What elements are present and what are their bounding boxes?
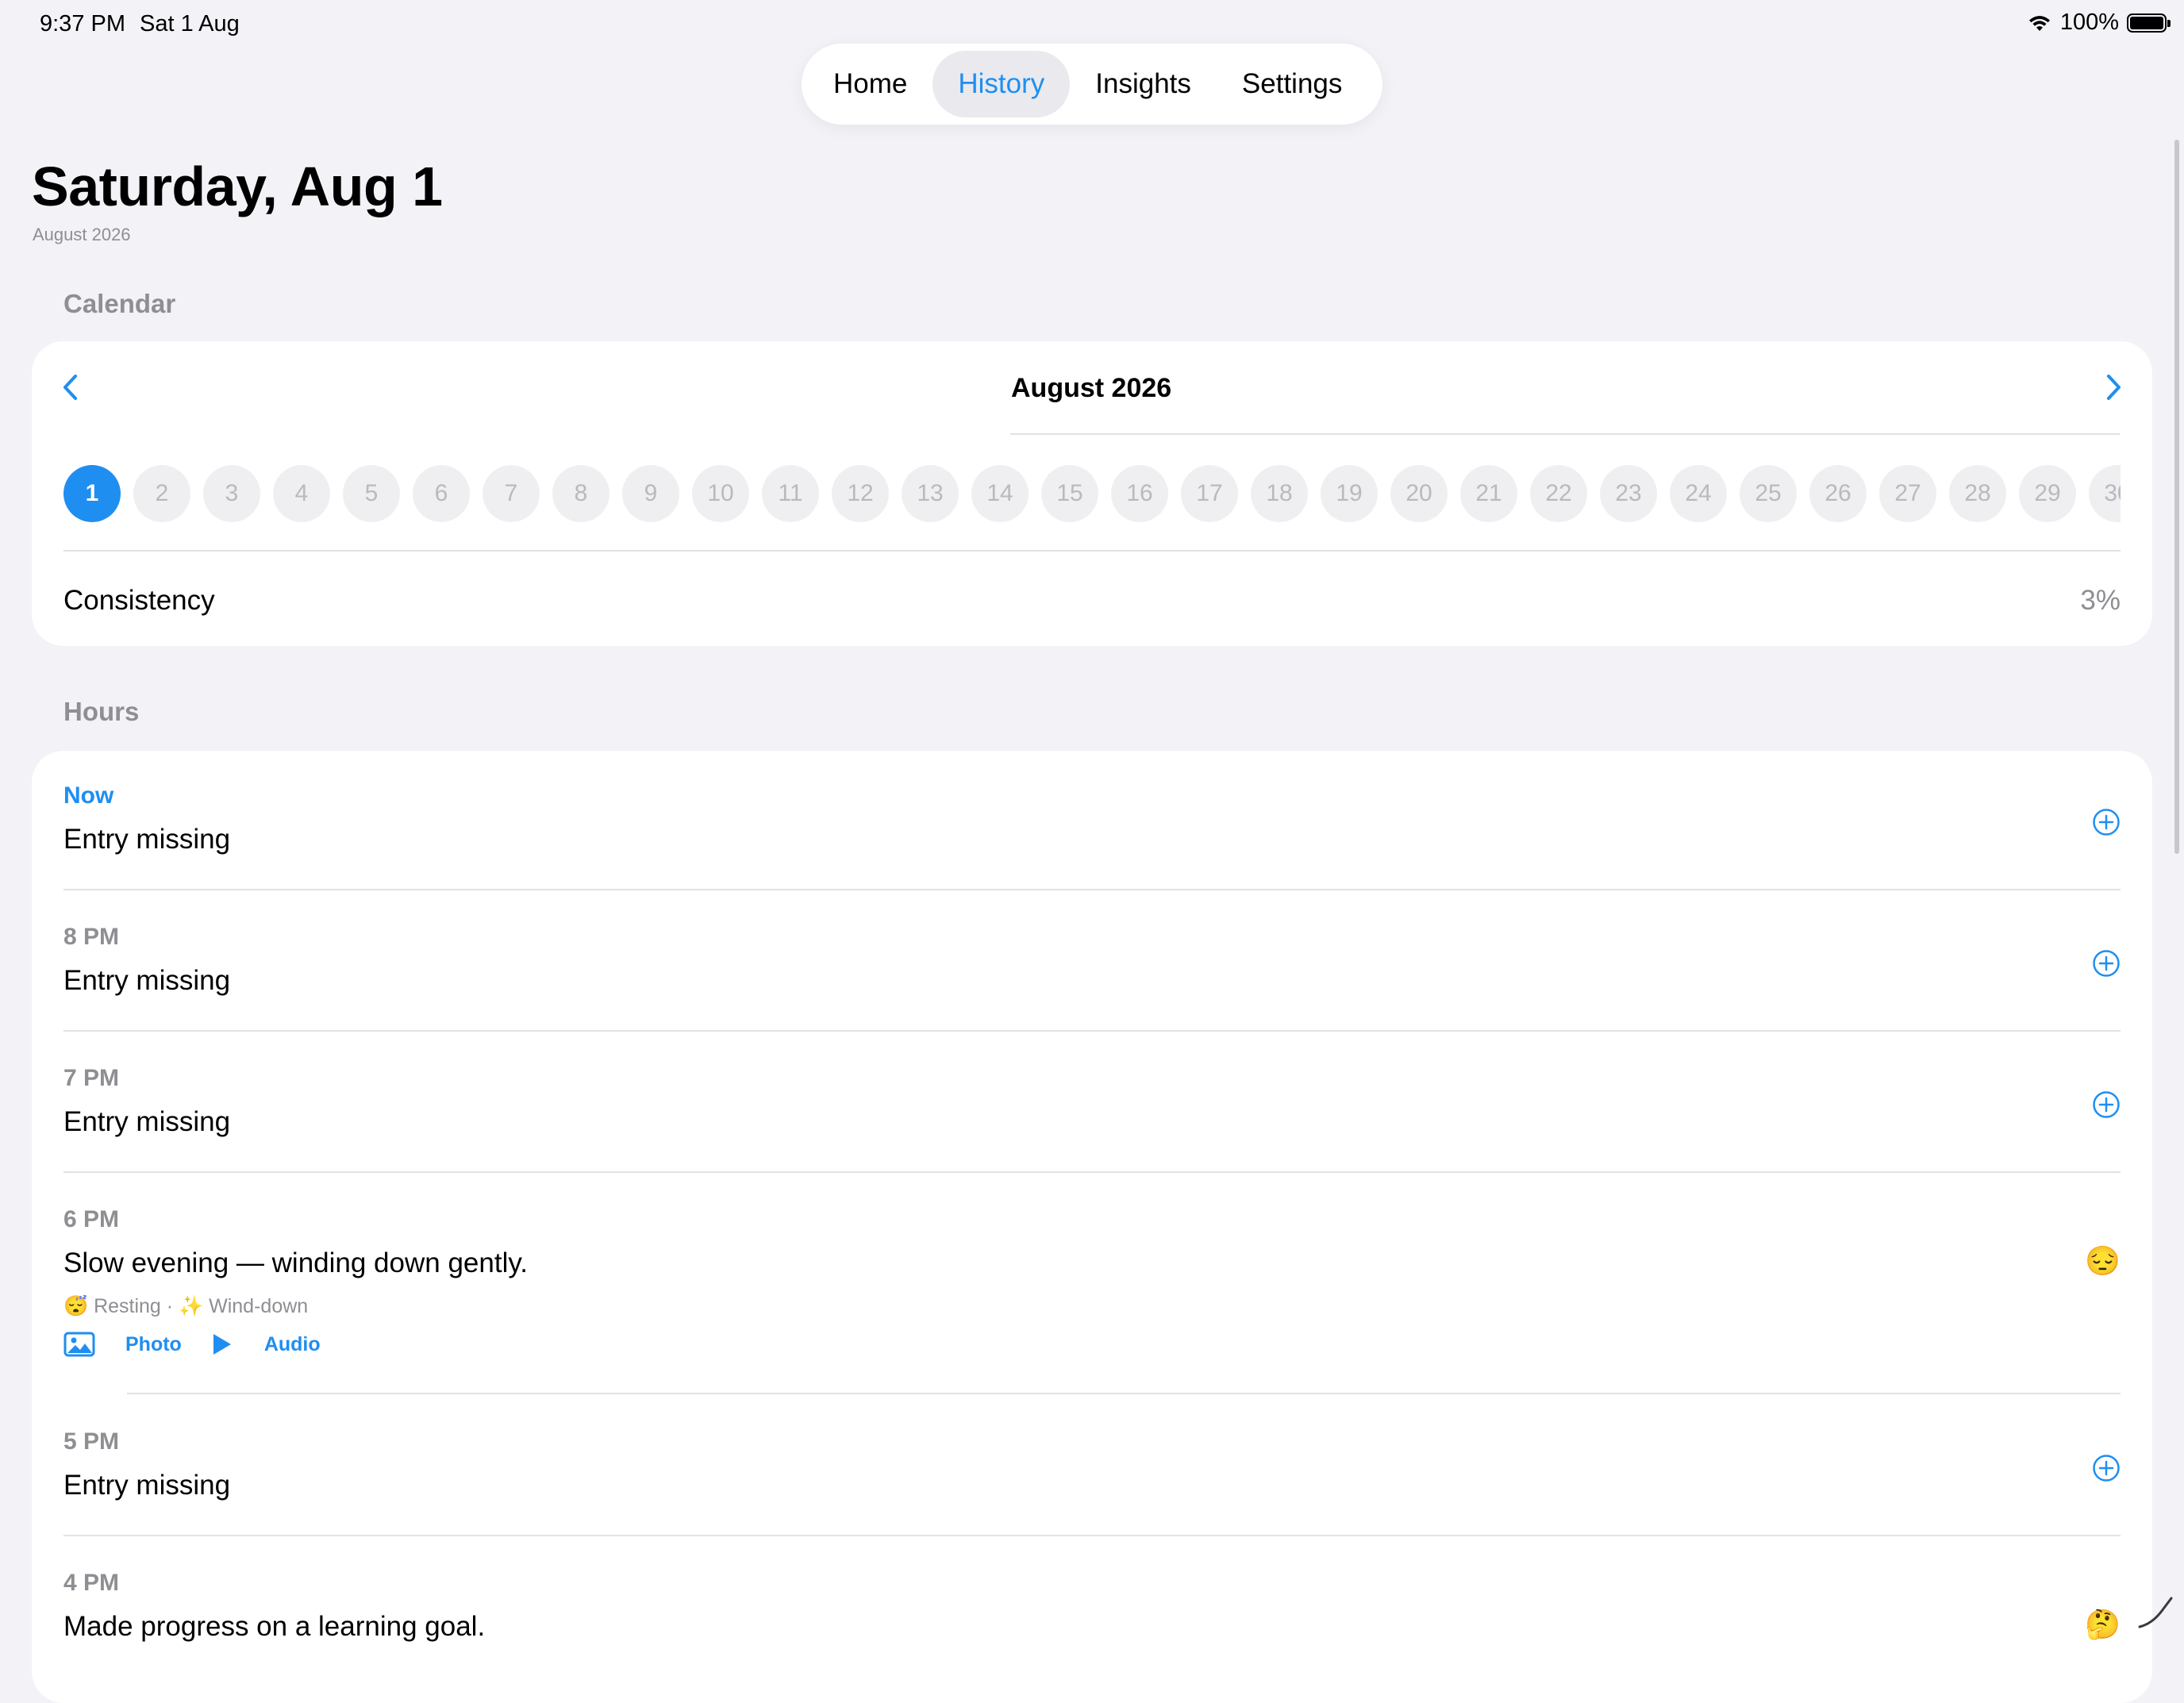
divider <box>63 1030 2121 1032</box>
day-28[interactable]: 28 <box>1949 465 2006 522</box>
day-23[interactable]: 23 <box>1600 465 1657 522</box>
hour-entry-text: Made progress on a learning goal. <box>63 1611 486 1642</box>
hour-entry-text: Entry missing <box>63 824 231 855</box>
consistency-value: 3% <box>2080 585 2121 616</box>
divider <box>63 1535 2121 1536</box>
divider <box>1010 433 2120 435</box>
chevron-right-icon[interactable] <box>2097 371 2128 403</box>
hour-time: 7 PM <box>63 1065 120 1091</box>
day-1[interactable]: 1 <box>63 465 121 522</box>
hour-entry-text: Slow evening — winding down gently. <box>63 1247 528 1278</box>
day-24[interactable]: 24 <box>1670 465 1727 522</box>
scrollbar[interactable] <box>2174 140 2179 854</box>
status-indicators: 100% <box>2027 10 2171 36</box>
day-10[interactable]: 10 <box>692 465 749 522</box>
day-15[interactable]: 15 <box>1041 465 1098 522</box>
hour-entry-text: Entry missing <box>63 1106 231 1137</box>
tab-insights[interactable]: Insights <box>1070 51 1217 117</box>
day-9[interactable]: 9 <box>622 465 679 522</box>
hour-time: Now <box>63 782 114 809</box>
divider <box>63 1171 2121 1173</box>
entry-tags: 😴 Resting · ✨ Wind-down <box>63 1295 309 1317</box>
audio-button[interactable]: Audio <box>264 1333 321 1356</box>
day-13[interactable]: 13 <box>902 465 959 522</box>
day-25[interactable]: 25 <box>1740 465 1797 522</box>
day-20[interactable]: 20 <box>1390 465 1448 522</box>
day-7[interactable]: 7 <box>483 465 540 522</box>
battery-icon <box>2127 13 2171 33</box>
divider <box>63 889 2121 890</box>
tab-bar: Home History Insights Settings <box>802 44 1382 125</box>
calendar-month-title: August 2026 <box>1011 373 1172 403</box>
hour-entry-text: Entry missing <box>63 1470 231 1501</box>
day-27[interactable]: 27 <box>1879 465 1936 522</box>
chevron-left-icon[interactable] <box>56 371 87 403</box>
photo-icon[interactable] <box>63 1332 95 1357</box>
consistency-label: Consistency <box>63 585 215 616</box>
tab-settings[interactable]: Settings <box>1217 51 1367 117</box>
attachments: Photo Audio <box>63 1332 321 1357</box>
hours-card: Now Entry missing 8 PM Entry missing 7 P… <box>32 751 2152 1703</box>
add-entry-icon[interactable] <box>2092 949 2121 978</box>
play-icon[interactable] <box>212 1332 233 1356</box>
wifi-icon <box>2028 15 2050 31</box>
calendar-card: August 2026 1 2 3 4 5 6 7 8 9 10 11 12 13 14 15 16 17 18 1… <box>32 341 2152 646</box>
add-entry-icon[interactable] <box>2092 1090 2121 1119</box>
day-19[interactable]: 19 <box>1321 465 1378 522</box>
day-21[interactable]: 21 <box>1460 465 1517 522</box>
page-subtitle: August 2026 <box>33 225 131 244</box>
divider <box>127 1393 2121 1394</box>
day-17[interactable]: 17 <box>1181 465 1238 522</box>
photo-button[interactable]: Photo <box>125 1333 182 1356</box>
day-18[interactable]: 18 <box>1251 465 1308 522</box>
day-4[interactable]: 4 <box>273 465 330 522</box>
day-3[interactable]: 3 <box>203 465 260 522</box>
page-title: Saturday, Aug 1 <box>32 156 443 217</box>
day-strip: 1 2 3 4 5 6 7 8 9 10 11 12 13 14 15 16 17 18 19 20 21 22 23 24 2… <box>63 465 2121 525</box>
divider <box>63 550 2121 552</box>
hours-section-label: Hours <box>63 697 140 726</box>
add-entry-icon[interactable] <box>2092 808 2121 836</box>
hour-time: 6 PM <box>63 1206 120 1232</box>
add-entry-icon[interactable] <box>2092 1454 2121 1482</box>
day-22[interactable]: 22 <box>1530 465 1587 522</box>
battery-percent: 100% <box>2059 10 2119 35</box>
day-5[interactable]: 5 <box>343 465 400 522</box>
tab-history[interactable]: History <box>932 51 1071 117</box>
day-8[interactable]: 8 <box>552 465 609 522</box>
day-12[interactable]: 12 <box>832 465 889 522</box>
day-2[interactable]: 2 <box>133 465 190 522</box>
day-6[interactable]: 6 <box>413 465 470 522</box>
hour-time: 4 PM <box>63 1570 120 1596</box>
day-29[interactable]: 29 <box>2019 465 2076 522</box>
hour-time: 5 PM <box>63 1428 120 1455</box>
day-16[interactable]: 16 <box>1111 465 1168 522</box>
day-14[interactable]: 14 <box>971 465 1029 522</box>
day-26[interactable]: 26 <box>1809 465 1867 522</box>
status-date: Sat 1 Aug <box>140 11 240 37</box>
day-30[interactable]: 30 <box>2089 465 2121 522</box>
status-time: 9:37 PM <box>40 11 125 37</box>
mood-emoji: 😔 <box>2085 1244 2121 1277</box>
pencil-stroke-icon <box>2138 1597 2173 1628</box>
tab-home[interactable]: Home <box>808 51 932 117</box>
hour-time: 8 PM <box>63 924 120 950</box>
hour-entry-text: Entry missing <box>63 965 231 996</box>
day-11[interactable]: 11 <box>762 465 819 522</box>
mood-emoji: 🤔 <box>2085 1608 2121 1640</box>
calendar-section-label: Calendar <box>63 289 176 318</box>
